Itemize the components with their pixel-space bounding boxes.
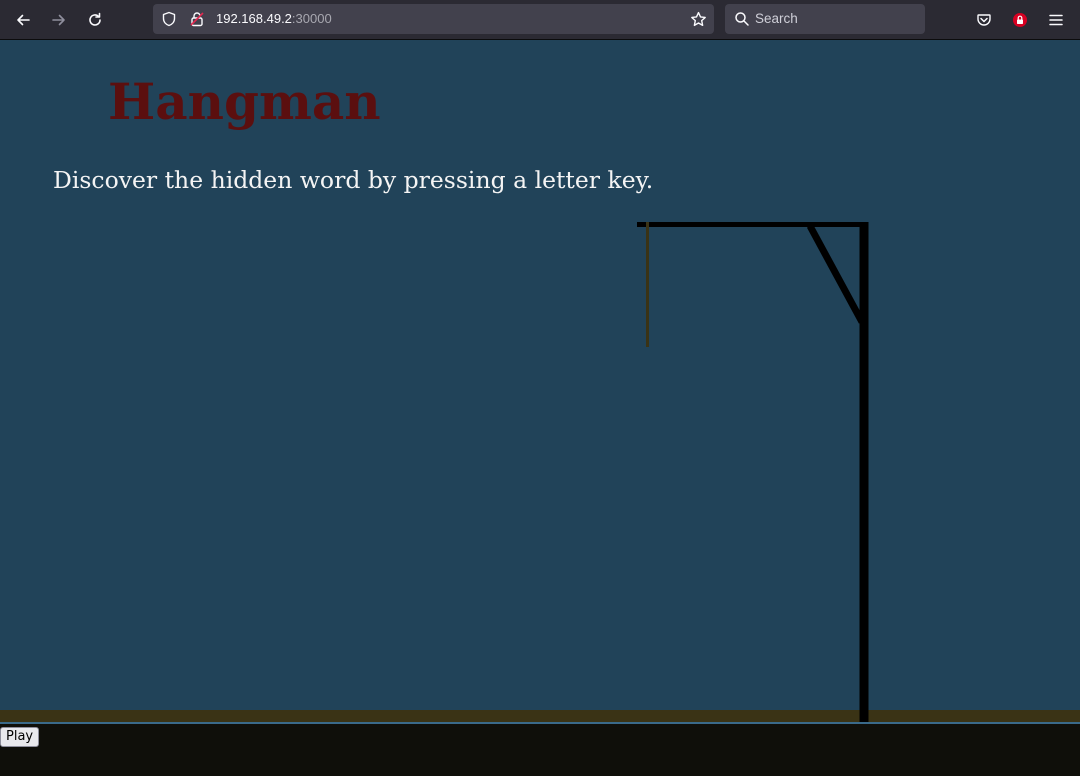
- play-button[interactable]: Play: [0, 727, 40, 747]
- gallows-drawing: [637, 222, 869, 722]
- gallows-brace: [806, 224, 866, 324]
